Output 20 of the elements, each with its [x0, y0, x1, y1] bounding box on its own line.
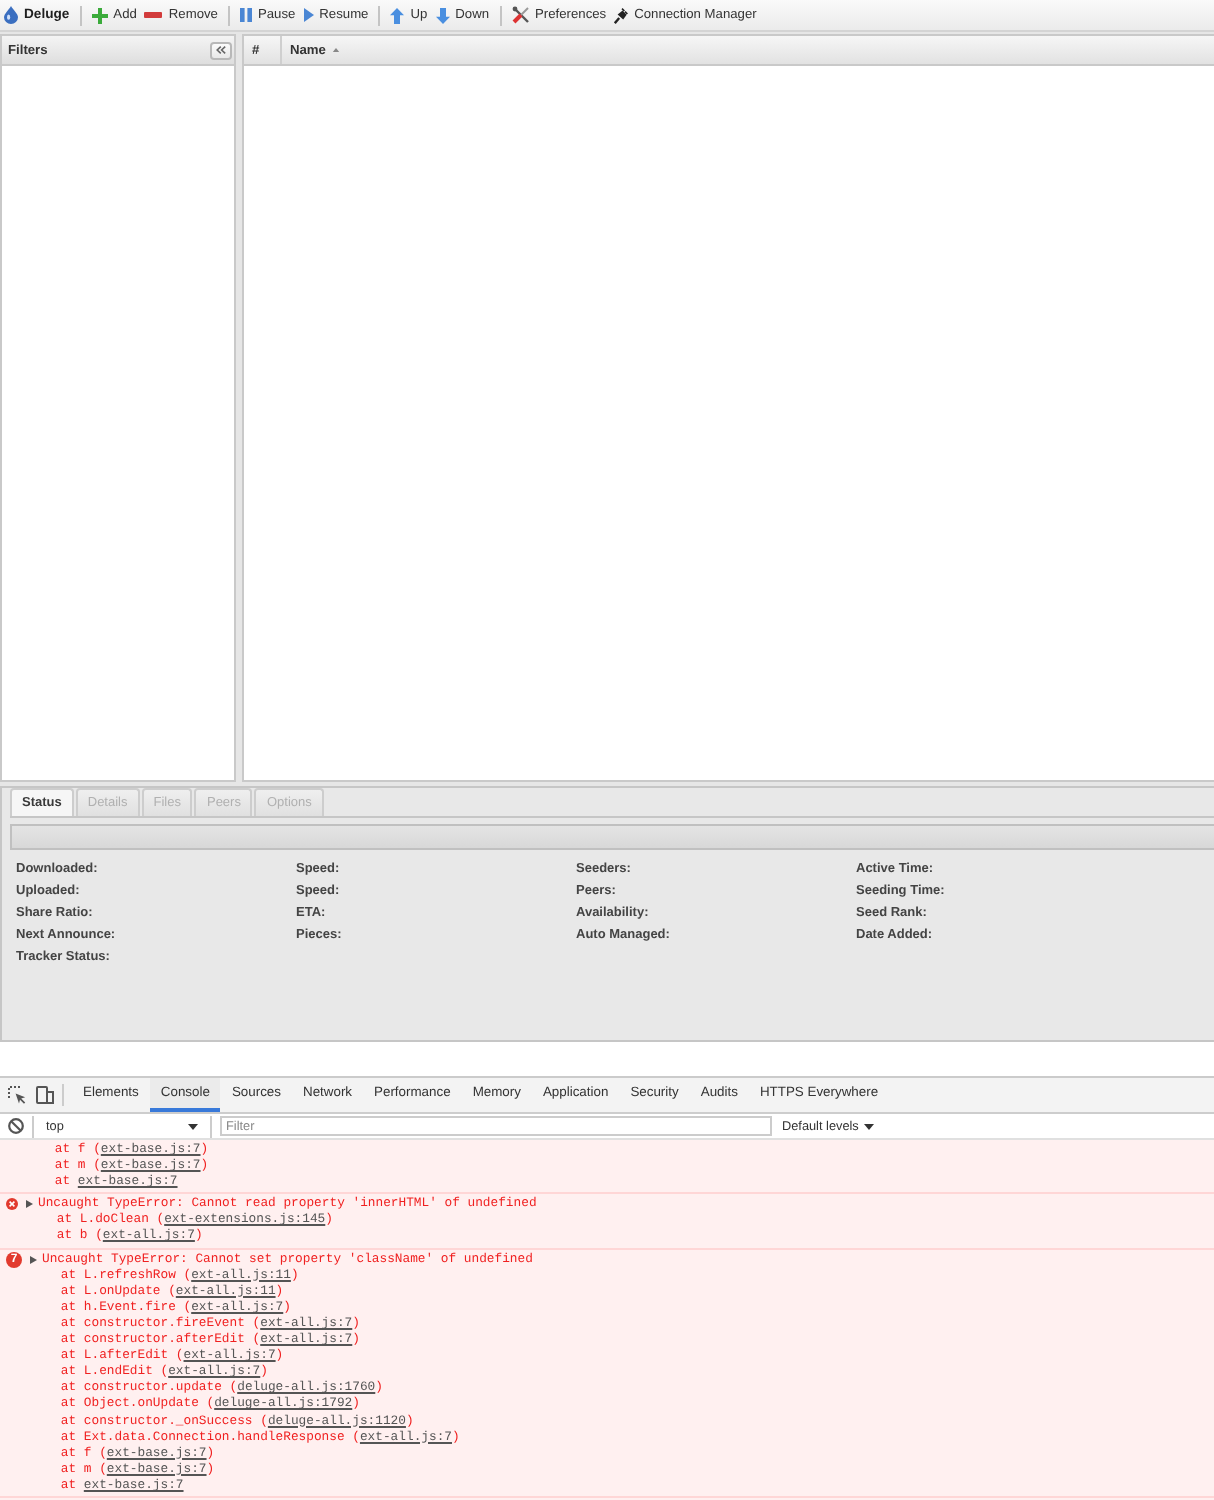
- plus-icon: [91, 7, 108, 23]
- collapse-button[interactable]: [210, 41, 232, 59]
- tools-icon: [511, 6, 530, 24]
- plug-icon: [614, 7, 629, 23]
- caret-icon: [188, 1123, 198, 1129]
- minus-icon: [144, 12, 163, 18]
- droplet-icon: [4, 6, 18, 24]
- inspect-icon[interactable]: [8, 1086, 26, 1104]
- down-arrow-icon: [435, 7, 450, 23]
- block-icon[interactable]: [8, 1118, 24, 1134]
- pause-icon: [239, 8, 252, 22]
- expand-triangle-icon[interactable]: [26, 1200, 33, 1209]
- double-chevron-icon: [216, 46, 226, 54]
- caret-icon: [864, 1123, 875, 1129]
- error-icon: [6, 1198, 18, 1211]
- device-icon[interactable]: [36, 1086, 54, 1104]
- sort-arrow-icon: [331, 47, 340, 53]
- up-arrow-icon: [390, 7, 405, 23]
- play-icon: [303, 8, 314, 22]
- expand-triangle-icon[interactable]: [30, 1255, 37, 1264]
